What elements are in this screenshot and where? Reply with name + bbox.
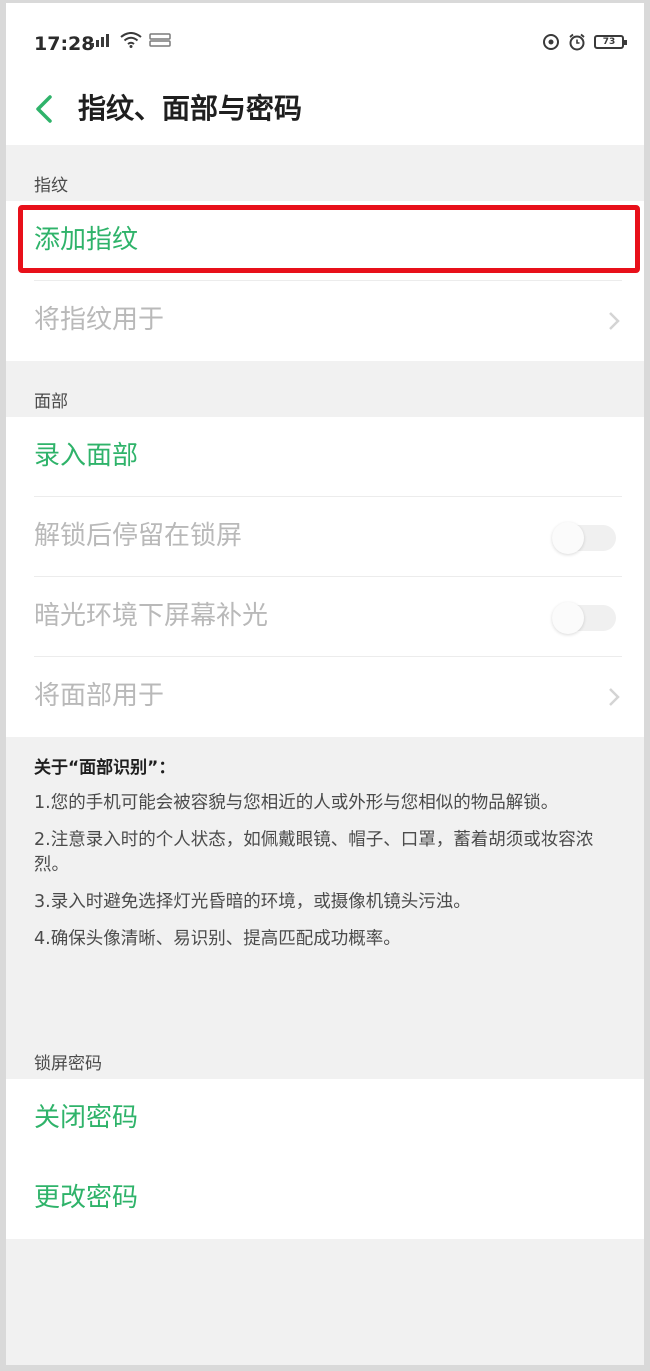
section-label-lock-password: 锁屏密码	[34, 1054, 102, 1074]
header-bar: 指纹、面部与密码	[6, 83, 644, 145]
face-use-for-row[interactable]: 将面部用于	[6, 657, 644, 737]
face-recognition-info-list: 1.您的手机可能会被容貌与您相近的人或外形与您相似的物品解锁。 2.注意录入时的…	[34, 791, 626, 964]
fingerprint-use-for-label: 将指纹用于	[34, 305, 165, 335]
info-item: 3.录入时避免选择灯光昏暗的环境，或摄像机镜头污浊。	[34, 892, 471, 912]
disable-password-row[interactable]: 关闭密码	[6, 1079, 644, 1159]
wifi-icon	[120, 32, 142, 48]
toggle-knob	[552, 522, 584, 554]
status-right-icons: 73	[542, 33, 627, 51]
change-password-label: 更改密码	[34, 1183, 139, 1213]
battery-icon: 73	[594, 35, 627, 49]
dim-fill-light-toggle[interactable]	[552, 602, 616, 634]
network-speed-icon	[149, 33, 171, 47]
location-icon	[543, 34, 559, 50]
alarm-icon	[569, 33, 585, 51]
info-item: 2.注意录入时的个人状态，如佩戴眼镜、帽子、口罩，蓄着胡须或妆容浓烈。	[34, 830, 594, 875]
status-time: 17:28	[34, 33, 95, 55]
section-label-face: 面部	[34, 392, 68, 412]
chevron-right-icon	[609, 688, 620, 706]
signal-icon	[91, 34, 109, 47]
status-bar: 17:28 73	[6, 3, 644, 83]
back-button[interactable]	[28, 89, 62, 129]
highlight-box	[18, 205, 640, 273]
chevron-left-icon	[36, 95, 52, 123]
fingerprint-use-for-row[interactable]: 将指纹用于	[6, 281, 644, 361]
section-label-fingerprint: 指纹	[34, 176, 68, 196]
info-item: 1.您的手机可能会被容貌与您相近的人或外形与您相似的物品解锁。	[34, 793, 559, 813]
page-title: 指纹、面部与密码	[78, 92, 303, 125]
stay-on-lockscreen-label: 解锁后停留在锁屏	[34, 521, 243, 551]
info-item: 4.确保头像清晰、易识别、提高匹配成功概率。	[34, 929, 401, 949]
disable-password-label: 关闭密码	[34, 1103, 139, 1133]
dim-fill-light-row: 暗光环境下屏幕补光	[6, 577, 644, 657]
enroll-face-row[interactable]: 录入面部	[6, 417, 644, 497]
stay-on-lockscreen-toggle[interactable]	[552, 522, 616, 554]
chevron-right-icon	[609, 312, 620, 330]
change-password-row[interactable]: 更改密码	[6, 1159, 644, 1239]
enroll-face-label: 录入面部	[34, 441, 139, 471]
dim-fill-light-label: 暗光环境下屏幕补光	[34, 601, 269, 631]
phone-screen: 17:28 73 指纹、面部与密码 指纹 添加指纹 将指纹用于 面部 录入面部 …	[6, 3, 644, 1365]
toggle-knob	[552, 602, 584, 634]
face-use-for-label: 将面部用于	[34, 681, 165, 711]
bottom-area	[6, 1239, 644, 1365]
stay-on-lockscreen-row: 解锁后停留在锁屏	[6, 497, 644, 577]
status-left-icons	[90, 32, 172, 48]
face-recognition-info-title: 关于“面部识别”：	[34, 758, 176, 778]
